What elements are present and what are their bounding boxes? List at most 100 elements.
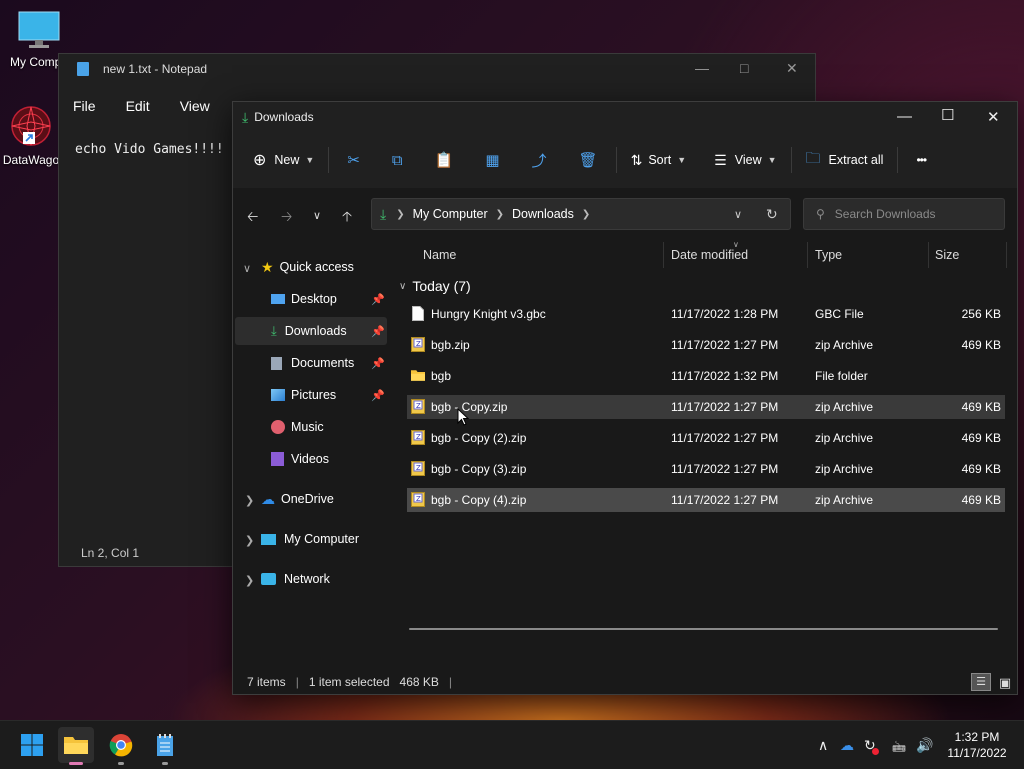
onedrive-cloud-icon[interactable]: ☁: [840, 737, 854, 754]
file-row[interactable]: Hungry Knight v3.gbc 11/17/2022 1:28 PM GB…: [407, 302, 1005, 326]
pin-icon[interactable]: 📌: [371, 357, 385, 370]
column-divider[interactable]: [928, 242, 929, 268]
cut-icon[interactable]: ✂: [347, 151, 360, 169]
rename-icon[interactable]: ▦: [485, 151, 499, 169]
pin-icon[interactable]: 📌: [371, 293, 385, 306]
paste-icon[interactable]: 📋: [435, 151, 454, 169]
more-options-icon[interactable]: •••: [916, 153, 927, 167]
breadcrumb-my-computer[interactable]: My Computer: [413, 207, 488, 221]
file-icon: [412, 306, 424, 321]
file-type: zip Archive: [815, 338, 874, 352]
network-icon: [261, 573, 276, 585]
file-date: 11/17/2022 1:27 PM: [671, 462, 779, 476]
sidebar-item-pictures[interactable]: Pictures 📌: [235, 381, 387, 409]
clock[interactable]: 1:32 PM 11/17/2022: [946, 729, 1008, 761]
taskbar-file-explorer[interactable]: [58, 727, 94, 765]
status-selected-size: 468 KB: [399, 675, 439, 689]
sidebar-item-my-computer[interactable]: My Computer: [261, 525, 387, 553]
back-arrow-icon[interactable]: 🡠: [247, 206, 258, 230]
view-icon: ☰: [714, 151, 727, 168]
view-button[interactable]: ☰ View ▼: [714, 152, 776, 169]
music-icon: [271, 420, 285, 434]
notepad-text-area[interactable]: echo Vido Games!!!!: [75, 142, 224, 157]
pin-icon[interactable]: 📌: [371, 389, 385, 402]
desktop-icon-datawago[interactable]: DataWago: [0, 104, 66, 167]
divider: [790, 147, 792, 173]
column-header-type[interactable]: Type: [815, 248, 842, 262]
delete-icon[interactable]: 🗑: [579, 151, 598, 169]
sidebar-item-network[interactable]: Network: [261, 565, 387, 593]
file-name: bgb - Copy (2).zip: [431, 431, 527, 445]
start-button[interactable]: [14, 727, 50, 763]
sidebar-item-label: My Computer: [284, 532, 360, 546]
search-box[interactable]: ⚲ Search Downloads: [803, 198, 1005, 230]
minimize-button[interactable]: —: [695, 60, 709, 76]
download-icon: ⤓: [242, 108, 249, 125]
close-button[interactable]: ✕: [987, 108, 1000, 126]
running-indicator: [162, 762, 168, 765]
view-label: View: [734, 153, 762, 167]
breadcrumb-chevron-icon: ❯: [396, 208, 405, 220]
chevron-right-icon[interactable]: ❯: [245, 534, 254, 547]
up-arrow-icon[interactable]: 🡡: [342, 206, 352, 230]
file-row[interactable]: Zbgb - Copy.zip 11/17/2022 1:27 PM zip Arc…: [407, 395, 1005, 419]
refresh-icon[interactable]: ↻: [766, 206, 778, 223]
chevron-right-icon[interactable]: ❯: [245, 574, 254, 587]
sidebar-item-desktop[interactable]: Desktop 📌: [235, 285, 387, 313]
monitor-icon: [18, 11, 60, 48]
copy-icon[interactable]: ⧉: [392, 152, 403, 169]
forward-arrow-icon[interactable]: 🡢: [281, 206, 292, 230]
maximize-button[interactable]: ☐: [941, 106, 954, 124]
column-header-date[interactable]: Date modified: [671, 248, 748, 262]
breadcrumb-downloads[interactable]: Downloads: [512, 207, 574, 221]
pin-icon[interactable]: 📌: [371, 325, 385, 338]
sort-button[interactable]: ⇅ Sort ▼: [631, 152, 687, 169]
network-monitor-icon[interactable]: 🖮: [892, 737, 906, 761]
show-hidden-icons-chevron-icon[interactable]: ∧: [818, 737, 828, 754]
column-header-size[interactable]: Size: [935, 248, 959, 262]
chevron-down-icon: ▼: [767, 155, 777, 165]
new-button[interactable]: ⊕ New ▼: [253, 150, 314, 170]
tiles-view-icon[interactable]: ▣: [997, 675, 1013, 691]
column-divider[interactable]: [663, 242, 664, 268]
sidebar-item-label: Network: [284, 572, 330, 586]
zip-archive-icon: Z: [411, 399, 425, 414]
group-header-today[interactable]: ∨ Today (7): [399, 278, 471, 294]
file-row[interactable]: Zbgb - Copy (4).zip 11/17/2022 1:27 PM zip…: [407, 488, 1005, 512]
sidebar-item-videos[interactable]: Videos: [235, 445, 387, 473]
sidebar-item-downloads[interactable]: ⤓ Downloads 📌: [235, 317, 387, 345]
sidebar-item-label: OneDrive: [281, 492, 334, 506]
sidebar-item-documents[interactable]: Documents 📌: [235, 349, 387, 377]
chevron-down-icon[interactable]: ∨: [243, 262, 251, 275]
maximize-button[interactable]: □: [740, 60, 748, 76]
address-bar[interactable]: ⤓ ❯ My Computer ❯ Downloads ❯ ∨ ↻: [371, 198, 791, 230]
extract-all-button[interactable]: 🗀 Extract all: [806, 148, 884, 173]
share-icon[interactable]: ⤴: [532, 150, 547, 171]
menu-edit[interactable]: Edit: [126, 98, 150, 114]
sidebar-item-music[interactable]: Music: [235, 413, 387, 441]
menu-view[interactable]: View: [180, 98, 210, 114]
sidebar-item-onedrive[interactable]: ☁ OneDrive: [261, 485, 387, 513]
zip-archive-icon: Z: [411, 430, 425, 445]
file-row[interactable]: Zbgb - Copy (3).zip 11/17/2022 1:27 PM zip…: [407, 457, 1005, 481]
close-button[interactable]: ✕: [786, 60, 798, 77]
details-view-icon[interactable]: ☰: [971, 673, 991, 691]
column-divider[interactable]: [1006, 242, 1007, 268]
column-header-name[interactable]: Name: [423, 248, 456, 262]
menu-file[interactable]: File: [73, 98, 96, 114]
taskbar-chrome[interactable]: [103, 727, 139, 765]
recent-chevron-icon[interactable]: ∨: [313, 209, 321, 222]
group-label: Today (7): [412, 278, 471, 294]
sidebar-item-quick-access[interactable]: ★ Quick access: [261, 253, 387, 281]
chevron-right-icon[interactable]: ❯: [245, 494, 254, 507]
file-row[interactable]: Zbgb - Copy (2).zip 11/17/2022 1:27 PM zip…: [407, 426, 1005, 450]
taskbar-notepad[interactable]: [147, 727, 183, 765]
address-dropdown-icon[interactable]: ∨: [734, 208, 742, 221]
column-divider[interactable]: [807, 242, 808, 268]
file-row[interactable]: bgb 11/17/2022 1:32 PM File folder: [407, 364, 1005, 388]
minimize-button[interactable]: —: [897, 108, 912, 125]
horizontal-scrollbar[interactable]: [409, 628, 998, 630]
file-row[interactable]: Zbgb.zip 11/17/2022 1:27 PM zip Archive 469…: [407, 333, 1005, 357]
volume-icon[interactable]: 🔊: [916, 737, 933, 754]
explorer-window[interactable]: ⤓ Downloads — ☐ ✕ ⊕ New ▼ ✂ ⧉ 📋 ▦ ⤴ 🗑 ⇅ …: [232, 101, 1018, 695]
